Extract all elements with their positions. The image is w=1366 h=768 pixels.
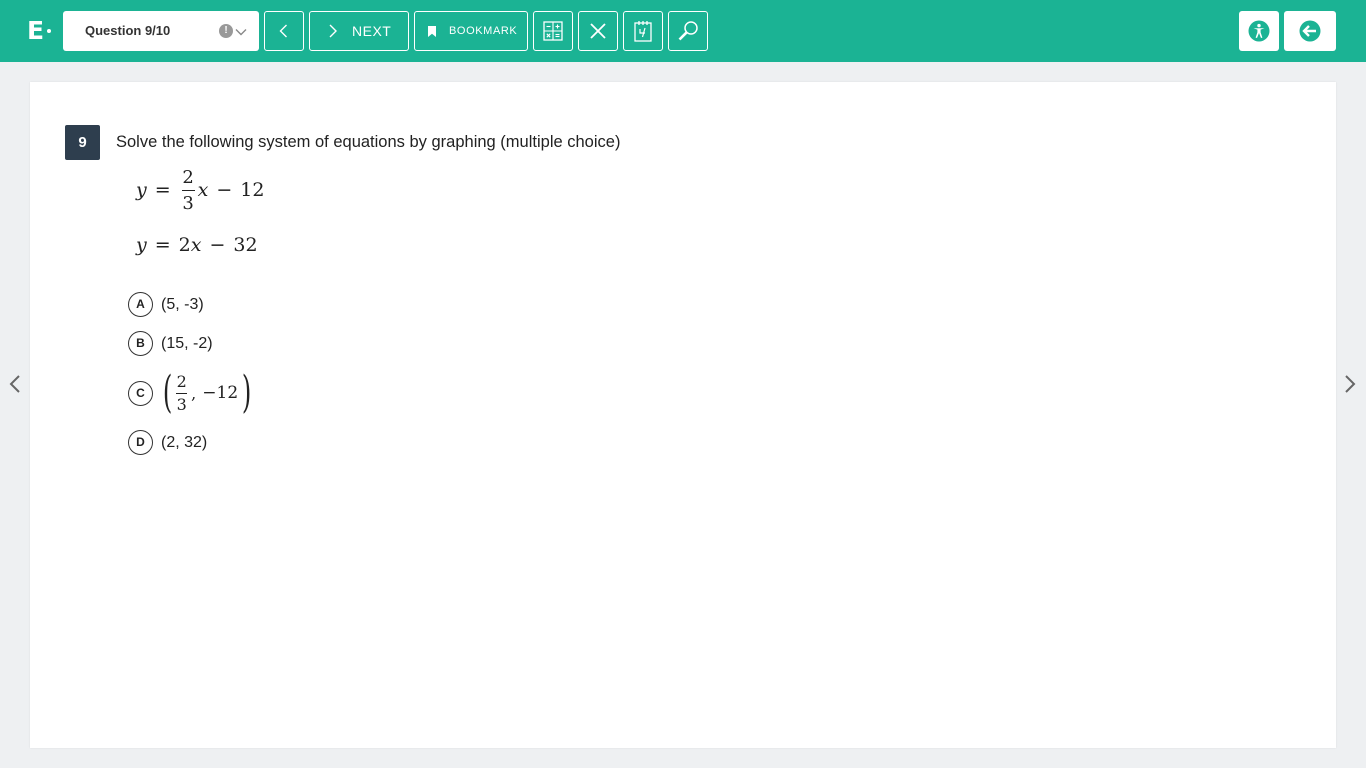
chevron-right-icon: [1343, 375, 1357, 398]
bookmark-icon: [427, 25, 437, 38]
choice-b[interactable]: B (15, -2): [128, 331, 213, 356]
eq1-constant: 12: [240, 179, 265, 201]
calculator-icon: [543, 21, 563, 41]
choice-c[interactable]: C ( 2 3 , −12 ): [128, 367, 255, 419]
choice-c-second: −12: [202, 383, 239, 403]
top-toolbar: E Question 9/10 ! NEXT BOOKMARK: [0, 0, 1366, 62]
choice-text: (15, -2): [161, 334, 213, 352]
logo-letter: E: [27, 16, 45, 45]
logo-dot: [47, 29, 51, 33]
equation-1: y = 2 3 x − 12: [136, 164, 264, 216]
chevron-right-icon: [328, 24, 338, 38]
eq1-fraction-numerator: 2: [182, 166, 194, 188]
question-card: 9 Solve the following system of equation…: [30, 82, 1336, 748]
question-selector-label: Question 9/10: [85, 23, 171, 38]
choice-c-denominator: 3: [176, 394, 187, 414]
bookmark-button[interactable]: BOOKMARK: [414, 11, 528, 51]
choice-text: (2, 32): [161, 433, 208, 451]
chevron-down-icon: [235, 25, 247, 43]
calculator-button[interactable]: [533, 11, 573, 51]
open-paren: (: [162, 367, 173, 418]
eq2-lhs: y: [136, 234, 147, 256]
equation-2: y = 2 x − 32: [136, 230, 258, 260]
choice-text: ( 2 3 , −12 ): [159, 370, 255, 416]
eq2-coefficient: 2: [178, 234, 191, 256]
choice-letter: B: [128, 331, 153, 356]
previous-button[interactable]: [264, 11, 304, 51]
choice-text: (5, -3): [161, 295, 204, 313]
magnifier-button[interactable]: [668, 11, 708, 51]
answer-eliminator-button[interactable]: [578, 11, 618, 51]
next-page-arrow[interactable]: [1343, 374, 1357, 399]
reference-sheet-button[interactable]: [623, 11, 663, 51]
previous-page-arrow[interactable]: [8, 374, 22, 399]
eq1-fraction-denominator: 3: [182, 192, 194, 214]
eq2-variable: x: [190, 234, 202, 256]
choice-letter: A: [128, 292, 153, 317]
close-icon: [589, 22, 607, 40]
question-number-badge: 9: [65, 125, 100, 160]
choice-c-fraction: 2 3: [176, 371, 188, 414]
eq1-equals: =: [154, 179, 171, 201]
choice-d[interactable]: D (2, 32): [128, 430, 207, 455]
choice-letter: D: [128, 430, 153, 455]
question-prompt: Solve the following system of equations …: [116, 133, 621, 151]
reference-icon: [633, 20, 653, 42]
app-logo: E: [27, 14, 53, 48]
eq1-variable: x: [197, 179, 209, 201]
next-button-label: NEXT: [352, 23, 392, 39]
choice-letter: C: [128, 380, 153, 406]
eq1-lhs: y: [136, 179, 147, 201]
chevron-left-icon: [278, 24, 290, 38]
choice-c-comma: ,: [191, 383, 197, 403]
choice-c-numerator: 2: [176, 371, 187, 391]
eq1-fraction: 2 3: [181, 166, 195, 214]
exit-icon: [1299, 20, 1321, 42]
chevron-left-icon: [8, 375, 22, 398]
accessibility-icon: [1248, 20, 1270, 42]
close-paren: ): [242, 367, 252, 418]
accessibility-button[interactable]: [1239, 11, 1279, 51]
exit-button[interactable]: [1284, 11, 1336, 51]
eq2-equals: =: [154, 234, 171, 256]
zoom-icon: [677, 20, 699, 42]
next-button[interactable]: NEXT: [309, 11, 409, 51]
choice-a[interactable]: A (5, -3): [128, 292, 204, 317]
eq1-minus: −: [216, 179, 233, 201]
flag-icon: !: [219, 24, 233, 38]
eq2-constant: 32: [233, 234, 258, 256]
bookmark-button-label: BOOKMARK: [449, 25, 518, 37]
eq2-minus: −: [209, 234, 226, 256]
question-selector[interactable]: Question 9/10 !: [63, 11, 259, 51]
